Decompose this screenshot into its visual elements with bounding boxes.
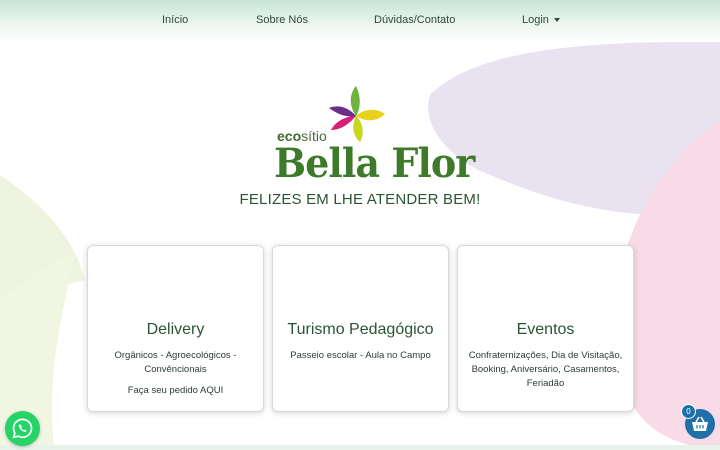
chevron-down-icon [553,18,560,23]
card-description: Orgânicos - Agroecológicos - Convênciona… [114,350,237,375]
top-navigation-bar: Início Sobre Nós Dúvidas/Contato Login [0,0,720,42]
card-eventos[interactable]: Eventos Confraternizações, Dia de Visita… [457,245,634,412]
card-delivery[interactable]: Delivery Orgânicos - Agroecológicos - Co… [87,245,264,412]
card-title: Eventos [516,321,575,338]
card-turismo-pedagogico[interactable]: Turismo Pedagógico Passeio escolar - Aul… [272,245,449,412]
card-description: Passeio escolar - Aula no Campo [290,350,431,361]
bottom-strip [0,445,720,450]
nav-item-duvidas-contato[interactable]: Dúvidas/Contato [374,14,455,26]
whatsapp-icon [12,418,33,439]
basket-icon [692,416,708,431]
card-description: Confraternizações, Dia de Visitação, Boo… [468,350,623,389]
whatsapp-button[interactable] [5,411,40,446]
card-title: Delivery [146,321,205,338]
tagline: FELIZES EM LHE ATENDER BEM! [239,191,481,208]
main-nav: Início Sobre Nós Dúvidas/Contato Login [0,14,720,30]
nav-item-inicio[interactable]: Início [162,14,188,26]
nav-item-sobre-nos[interactable]: Sobre Nós [256,14,308,26]
login-label: Login [522,14,549,26]
order-here-link[interactable]: Faça seu pedido AQUI [88,385,263,396]
logo-bella-flor-text: Bella Flor [274,140,475,187]
cart-count-badge: 0 [681,404,696,419]
card-title: Turismo Pedagógico [287,321,434,338]
site-logo[interactable]: ecosítio Bella Flor [270,86,475,196]
nav-item-login[interactable]: Login [522,14,560,26]
flower-logo-icon [329,86,385,142]
